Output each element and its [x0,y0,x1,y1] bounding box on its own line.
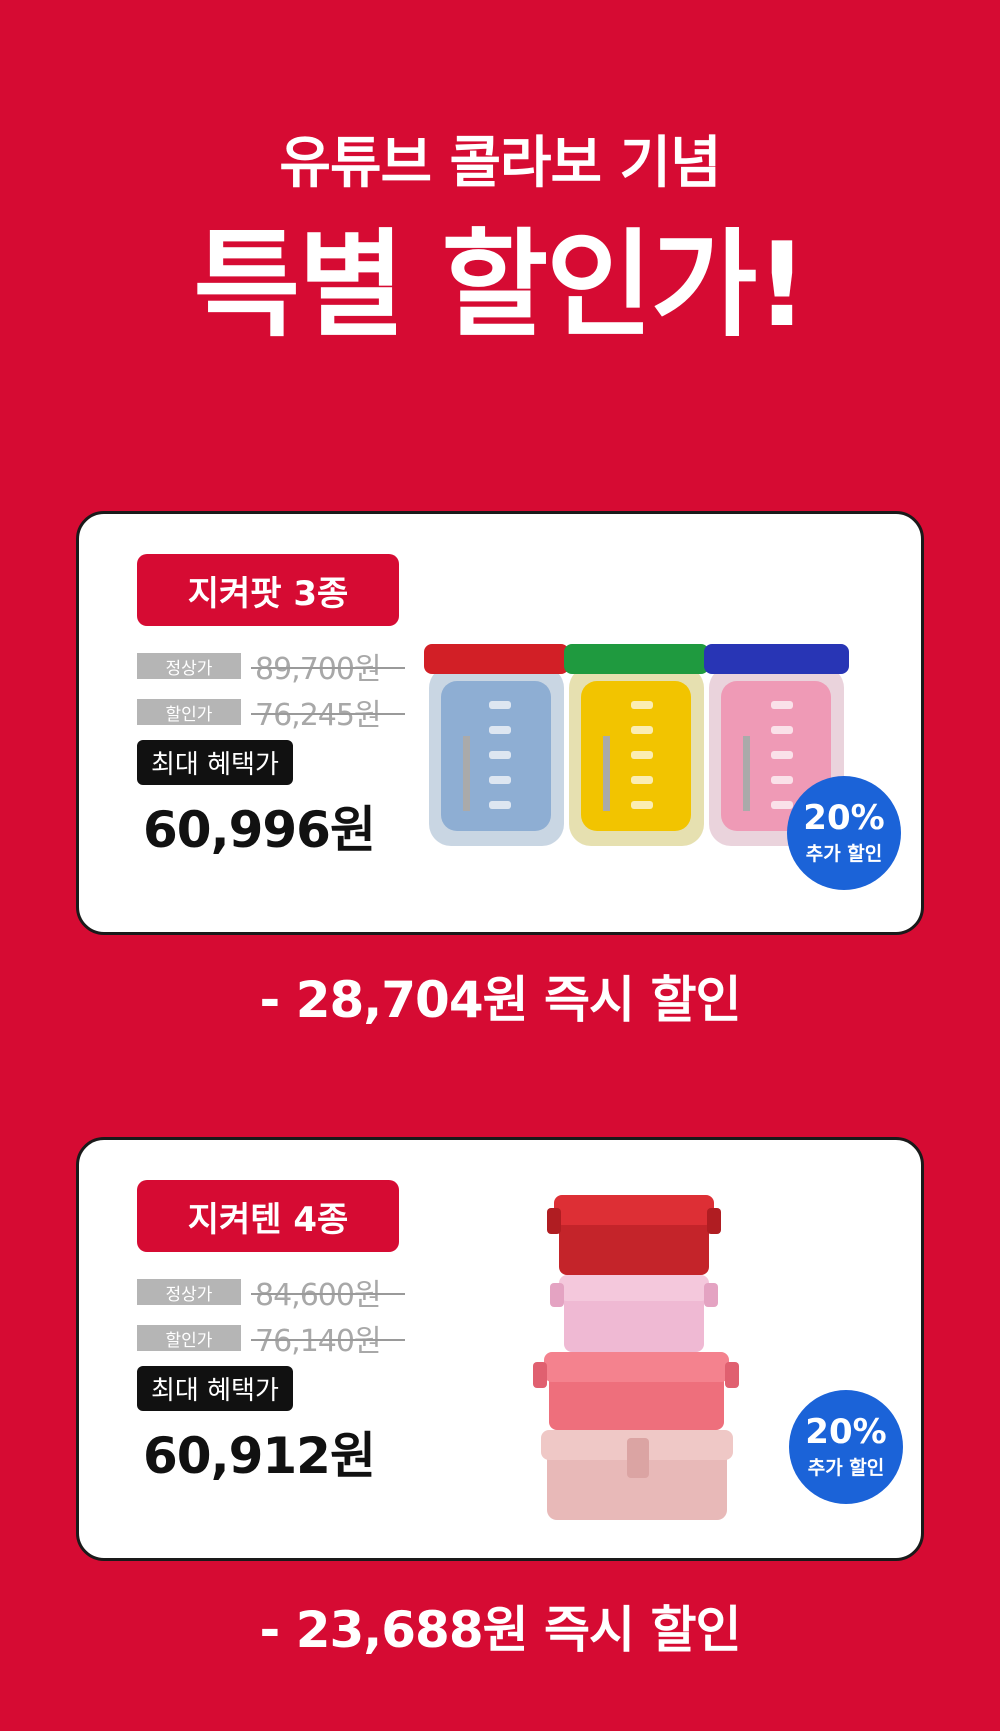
instant-discount-text: - 23,688원 즉시 할인 [259,1601,742,1659]
max-benefit-label: 최대 혜택가 [137,740,293,785]
product-name-pill: 지켜팟 3종 [137,554,399,626]
container-red [547,1195,721,1275]
regular-price-label: 정상가 [137,1279,241,1305]
sale-price-value: 76,140원 [251,1316,405,1360]
sale-price-row: 할인가 76,140원 [137,1316,405,1360]
regular-price-row: 정상가 84,600원 [137,1270,405,1314]
badge-percent: 20% [805,1411,887,1452]
regular-price-value: 84,600원 [251,1270,405,1314]
sale-price-label: 할인가 [137,1325,241,1351]
sale-price-row: 할인가 76,245원 [137,690,405,734]
final-price: 60,996원 [143,801,376,859]
discount-badge: 20% 추가 할인 [789,1390,903,1504]
container-light-pink [550,1275,718,1352]
sale-price-value: 76,245원 [251,690,405,734]
headline-line1: 유튜브 콜라보 기념 [279,131,721,196]
product-card-pot[interactable]: 지켜팟 3종 정상가 89,700원 할인가 76,245원 최대 혜택가 60… [76,511,924,935]
final-price: 60,912원 [143,1427,376,1485]
container-dusty-pink [541,1430,733,1520]
badge-text: 추가 할인 [805,842,883,865]
pot-red-lid [424,644,569,846]
discount-badge: 20% 추가 할인 [787,776,901,890]
headline-line2: 특별 할인가! [193,218,809,353]
container-stack-image [533,1195,739,1520]
sale-price-label: 할인가 [137,699,241,725]
regular-price-label: 정상가 [137,653,241,679]
badge-percent: 20% [803,797,885,838]
max-benefit-label: 최대 혜택가 [137,1366,293,1411]
regular-price-row: 정상가 89,700원 [137,644,405,688]
regular-price-value: 89,700원 [251,644,405,688]
badge-text: 추가 할인 [807,1456,885,1479]
instant-discount-text: - 28,704원 즉시 할인 [259,971,742,1029]
product-card-ten[interactable]: 지켜텐 4종 정상가 84,600원 할인가 76,140원 최대 혜택가 60… [76,1137,924,1561]
product-name-pill: 지켜텐 4종 [137,1180,399,1252]
container-coral [533,1352,739,1430]
pot-green-lid [564,644,709,846]
